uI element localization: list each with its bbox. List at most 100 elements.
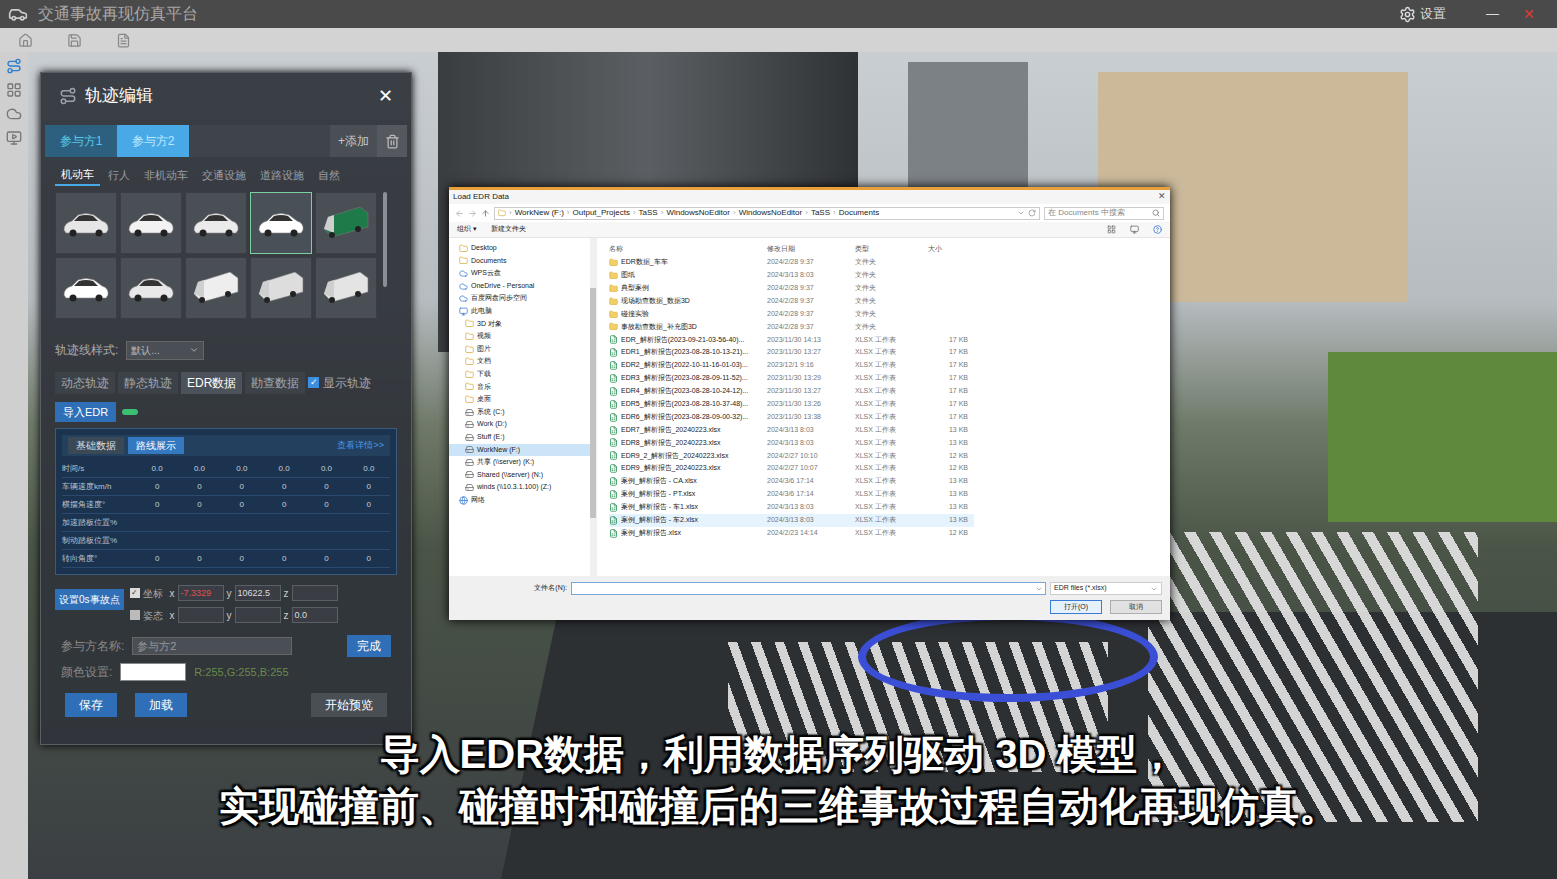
participant-tab[interactable]: 参与方2	[117, 125, 189, 157]
coord-input[interactable]	[292, 585, 338, 601]
help-icon[interactable]	[1153, 225, 1162, 234]
up-icon[interactable]	[481, 209, 490, 218]
import-edr-button[interactable]: 导入EDR	[55, 402, 116, 423]
file-row[interactable]: EDR8_解析报告_20240223.xlsx2024/3/13 8:03XLS…	[609, 436, 974, 449]
cloud-icon[interactable]	[6, 106, 22, 122]
home-icon[interactable]	[18, 33, 33, 48]
file-row[interactable]: EDR9_解析报告_20240223.xlsx2024/2/27 10:07XL…	[609, 462, 974, 475]
name-input[interactable]: 参与方2	[132, 637, 292, 656]
category-tab[interactable]: 交通设施	[196, 165, 252, 186]
category-tab[interactable]: 行人	[102, 165, 136, 186]
nav-item[interactable]: Shared (\\server) (N:)	[449, 469, 590, 482]
mode-tab[interactable]: 静态轨迹	[118, 372, 178, 394]
nav-item[interactable]: 音乐	[449, 381, 590, 394]
model-thumbnail[interactable]	[120, 257, 182, 319]
file-row[interactable]: 现场勘查数据_数据3D2024/2/28 9:37文件夹	[609, 295, 974, 308]
open-button[interactable]: 打开(O)	[1050, 600, 1102, 614]
path-segment[interactable]: Documents	[839, 207, 879, 219]
nav-item[interactable]: 下载	[449, 368, 590, 381]
preview-pane-icon[interactable]	[1130, 225, 1139, 234]
nav-item[interactable]: 此电脑	[449, 305, 590, 318]
nav-item[interactable]: 系统 (C:)	[449, 406, 590, 419]
file-row[interactable]: EDR5_解析报告(2023-08-28-10-37-48)...2023/11…	[609, 398, 974, 411]
filter-select[interactable]: EDR files (*.xlsx)	[1050, 582, 1162, 595]
nav-item[interactable]: WorkNew (F:)	[449, 444, 590, 457]
nav-item[interactable]: 图片	[449, 343, 590, 356]
nav-item[interactable]: OneDrive - Personal	[449, 280, 590, 293]
panel-button[interactable]: 保存	[65, 693, 117, 717]
model-thumbnail[interactable]	[315, 257, 377, 319]
nav-item[interactable]: 桌面	[449, 393, 590, 406]
model-scrollbar[interactable]	[383, 192, 387, 287]
category-tab[interactable]: 机动车	[55, 165, 100, 186]
file-row[interactable]: EDR6_解析报告(2023-08-28-09-00-32)...2023/11…	[609, 411, 974, 424]
panel-close[interactable]: ✕	[378, 83, 393, 110]
delete-button[interactable]	[377, 125, 407, 157]
nav-item[interactable]: WPS云盘	[449, 267, 590, 280]
file-row[interactable]: EDR9_2_解析报告_20240223.xlsx2024/2/27 10:10…	[609, 449, 974, 462]
nav-item[interactable]: Stuff (E:)	[449, 431, 590, 444]
coord-input[interactable]	[178, 607, 224, 623]
file-row[interactable]: 案例_解析报告 - CA.xlsx2024/3/6 17:14XLSX 工作表1…	[609, 475, 974, 488]
view-icon[interactable]	[1107, 225, 1116, 234]
nav-item[interactable]: winds (\\10.3.1.100) (Z:)	[449, 481, 590, 494]
model-thumbnail[interactable]	[185, 192, 247, 254]
file-icon[interactable]	[116, 33, 131, 48]
nav-item[interactable]: Work (D:)	[449, 418, 590, 431]
set-point-button[interactable]: 设置0s事故点	[55, 589, 124, 610]
nav-scrollbar[interactable]	[590, 238, 596, 576]
done-button[interactable]: 完成	[347, 635, 391, 657]
file-row[interactable]: 事故勘查数据_补充图3D2024/2/28 9:37文件夹	[609, 320, 974, 333]
model-thumbnail[interactable]	[250, 192, 312, 254]
participant-tab[interactable]: 参与方1	[45, 125, 117, 157]
model-thumbnail[interactable]	[185, 257, 247, 319]
path-segment[interactable]: WindowsNoEditor	[666, 207, 730, 219]
file-row[interactable]: EDR1_解析报告(2023-08-28-10-13-21)...2023/11…	[609, 346, 974, 359]
save-icon[interactable]	[67, 33, 82, 48]
details-link[interactable]: 查看详情>>	[337, 439, 384, 453]
path-segment[interactable]: TaSS	[639, 207, 658, 219]
panel-button[interactable]: 加载	[135, 693, 187, 717]
path-segment[interactable]: TaSS	[811, 207, 830, 219]
file-row[interactable]: EDR数据_车车2024/2/28 9:37文件夹	[609, 256, 974, 269]
path-segment[interactable]: Output_Projects	[573, 207, 630, 219]
toolbar-button[interactable]: 新建文件夹	[491, 224, 526, 235]
file-row[interactable]: 案例_解析报告 - 车2.xlsx2024/3/13 8:03XLSX 工作表1…	[609, 514, 974, 527]
model-thumbnail[interactable]	[315, 192, 377, 254]
model-thumbnail[interactable]	[250, 257, 312, 319]
file-row[interactable]: 案例_解析报告.xlsx2024/2/23 14:14XLSX 工作表12 KB	[609, 527, 974, 540]
close-button[interactable]: ✕	[1523, 4, 1535, 25]
panel-button[interactable]: 开始预览	[311, 693, 387, 717]
import-toggle[interactable]	[122, 409, 138, 415]
coord-input[interactable]	[235, 607, 281, 623]
file-row[interactable]: EDR_解析报告(2023-09-21-03-56-40)...2023/11/…	[609, 333, 974, 346]
mode-tab[interactable]: 动态轨迹	[55, 372, 115, 394]
nav-item[interactable]: Desktop	[449, 242, 590, 255]
show-track-checkbox[interactable]: ✓显示轨迹	[308, 374, 371, 392]
file-row[interactable]: EDR7_解析报告_20240223.xlsx2024/3/13 8:03XLS…	[609, 424, 974, 437]
nav-item[interactable]: 3D 对象	[449, 318, 590, 331]
filename-input[interactable]	[571, 582, 1046, 595]
nav-item[interactable]: 视频	[449, 330, 590, 343]
path-segment[interactable]: WindowsNoEditor	[739, 207, 803, 219]
mode-tab[interactable]: 勘查数据	[245, 372, 305, 394]
minimize-button[interactable]: —	[1486, 4, 1499, 24]
refresh-icon[interactable]	[1028, 209, 1036, 217]
nav-item[interactable]: 网络	[449, 494, 590, 507]
file-row[interactable]: 案例_解析报告 - PT.xlsx2024/3/6 17:14XLSX 工作表1…	[609, 488, 974, 501]
search-box[interactable]: 在 Documents 中搜索	[1044, 207, 1164, 220]
model-thumbnail[interactable]	[55, 257, 117, 319]
path-segment[interactable]: WorkNew (F:)	[515, 207, 564, 219]
category-tab[interactable]: 自然	[312, 165, 346, 186]
coord-input[interactable]: -7.3329	[178, 585, 224, 601]
toolbar-button[interactable]: 组织 ▾	[457, 224, 477, 235]
file-row[interactable]: 碰撞实验2024/2/28 9:37文件夹	[609, 308, 974, 321]
forward-icon[interactable]	[468, 209, 477, 218]
dialog-close[interactable]: ✕	[1158, 190, 1166, 204]
file-row[interactable]: EDR3_解析报告(2023-08-28-09-11-52)...2023/11…	[609, 372, 974, 385]
nav-item[interactable]: 百度网盘同步空间	[449, 292, 590, 305]
file-row[interactable]: EDR2_解析报告(2022-10-11-16-01-03)...2023/12…	[609, 359, 974, 372]
track-icon[interactable]	[6, 58, 22, 74]
data-tab[interactable]: 路线展示	[128, 437, 184, 454]
category-tab[interactable]: 非机动车	[138, 165, 194, 186]
